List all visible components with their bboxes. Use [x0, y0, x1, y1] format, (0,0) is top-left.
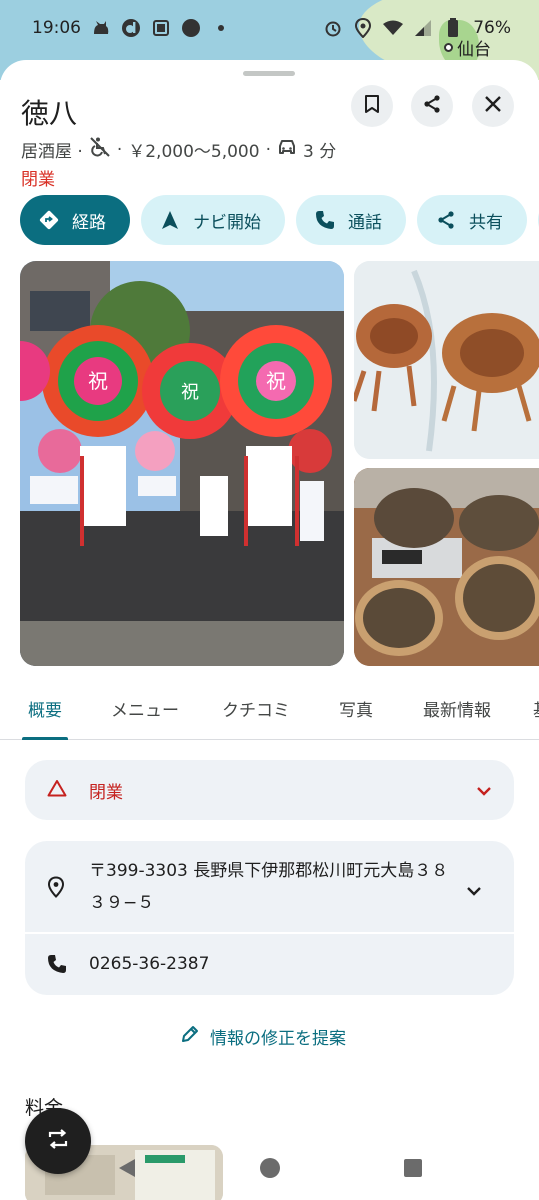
- suggest-edit-link[interactable]: 情報の修正を提案: [180, 1024, 346, 1049]
- price-range: ￥2,000～5,000: [128, 142, 260, 162]
- navigation-arrow-icon: [159, 209, 181, 231]
- system-nav-bar: [0, 1140, 539, 1200]
- signal-icon: [413, 18, 433, 38]
- back-icon[interactable]: [117, 1157, 137, 1183]
- photo-sign-char: 祝: [88, 369, 108, 393]
- address-row[interactable]: 〒399-3303 長野県下伊那郡松川町元大島３８３９−５: [25, 841, 514, 931]
- directions-icon: [38, 209, 60, 231]
- tab-updates[interactable]: 最新情報: [423, 696, 491, 721]
- share-icon: [435, 209, 457, 231]
- bookmark-icon: [364, 95, 380, 117]
- city-name: 仙台: [457, 40, 491, 60]
- dot-icon: [181, 18, 201, 38]
- location-pin-icon: [47, 876, 65, 902]
- info-card: 〒399-3303 長野県下伊那郡松川町元大島３８３９−５ 0265-36-23…: [25, 841, 514, 995]
- meta-separator: ·: [116, 139, 123, 160]
- share-chip-button[interactable]: 共有: [417, 195, 527, 245]
- tab-about[interactable]: 基: [533, 696, 539, 721]
- close-button[interactable]: [472, 85, 514, 127]
- save-button[interactable]: [351, 85, 393, 127]
- directions-button[interactable]: 経路: [20, 195, 130, 245]
- share-chip-label: 共有: [469, 212, 503, 233]
- photo-storefront[interactable]: 祝 祝 祝: [20, 261, 344, 666]
- alarm-icon: [323, 18, 343, 38]
- map-city-label: 仙台: [444, 35, 491, 60]
- suggest-edit-label: 情報の修正を提案: [210, 1029, 346, 1049]
- chevron-down-icon: [466, 881, 482, 900]
- chevron-down-icon: [476, 781, 492, 800]
- warning-icon: [47, 779, 67, 801]
- pencil-icon: [180, 1024, 200, 1049]
- drive-time: 3 分: [302, 142, 337, 162]
- location-icon: [353, 18, 373, 38]
- app-d-icon: [121, 18, 141, 38]
- photo-sign-char: 祝: [266, 369, 286, 393]
- start-navigation-label: ナビ開始: [193, 212, 261, 233]
- recents-icon[interactable]: [403, 1158, 423, 1182]
- meta-separator: ·: [265, 139, 271, 160]
- share-button[interactable]: [411, 85, 453, 127]
- screenshot-icon: [151, 18, 171, 38]
- home-icon[interactable]: [259, 1157, 281, 1183]
- action-chips: 経路 ナビ開始 通話 共有: [20, 195, 539, 245]
- closed-card[interactable]: 閉業: [25, 760, 514, 820]
- tab-indicator: [22, 737, 68, 740]
- tab-photos[interactable]: 写真: [339, 696, 373, 721]
- phone-icon: [47, 954, 67, 978]
- phone-row[interactable]: 0265-36-2387: [25, 934, 514, 995]
- photo-sea-cucumbers[interactable]: [354, 468, 539, 666]
- place-tabs: 概要 メニュー クチコミ 写真 最新情報 基: [0, 684, 539, 740]
- tab-overview[interactable]: 概要: [28, 696, 62, 721]
- phone-icon: [314, 209, 336, 231]
- phone-number: 0265-36-2387: [89, 954, 210, 974]
- cat-icon: [91, 18, 111, 38]
- city-marker: [444, 43, 453, 52]
- call-button[interactable]: 通話: [296, 195, 406, 245]
- category-label: 居酒屋 ·: [21, 142, 83, 162]
- small-dot-icon: [211, 18, 231, 38]
- photo-sign-char: 祝: [181, 382, 199, 403]
- directions-label: 経路: [72, 212, 106, 233]
- closed-card-label: 閉業: [89, 782, 123, 803]
- car-icon: [277, 138, 297, 161]
- tab-menu[interactable]: メニュー: [111, 696, 179, 721]
- wifi-icon: [383, 18, 404, 38]
- tab-reviews[interactable]: クチコミ: [222, 696, 290, 721]
- start-navigation-button[interactable]: ナビ開始: [141, 195, 285, 245]
- address-text: 〒399-3303 長野県下伊那郡松川町元大島３８３９−５: [89, 861, 449, 913]
- place-title: 徳八: [21, 97, 78, 130]
- photo-crabs[interactable]: [354, 261, 539, 459]
- drag-handle[interactable]: [243, 71, 295, 76]
- place-meta: 居酒屋 · · ￥2,000～5,000 · 3 分: [21, 136, 336, 163]
- place-sheet: 徳八 居酒屋 · · ￥2,000～5,000 · 3 分 閉業 経路 ナビ開始…: [0, 60, 539, 1200]
- share-icon: [422, 94, 442, 118]
- status-time: 19:06: [32, 18, 81, 38]
- close-icon: [484, 95, 502, 117]
- not-wheelchair-accessible-icon: [89, 136, 111, 163]
- call-label: 通話: [348, 212, 382, 233]
- closed-status: 閉業: [21, 170, 55, 190]
